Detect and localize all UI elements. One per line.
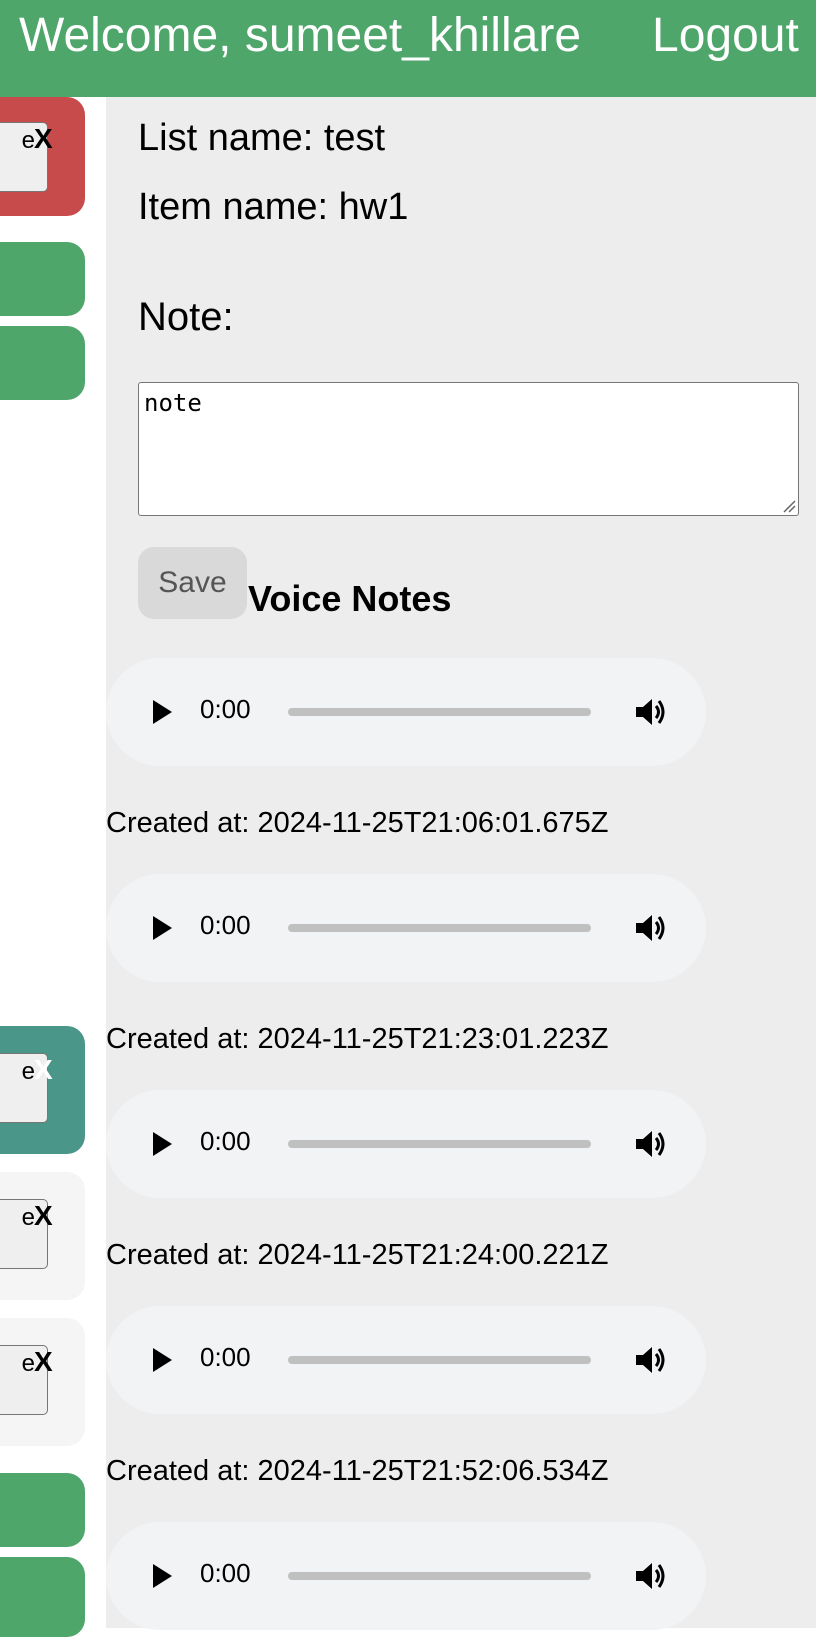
sidebar-card-teal[interactable]: e X bbox=[0, 1026, 85, 1154]
play-icon[interactable] bbox=[150, 914, 174, 942]
play-icon[interactable] bbox=[150, 698, 174, 726]
current-time: 0:00 bbox=[200, 1558, 251, 1588]
sidebar-card-green[interactable] bbox=[0, 1473, 85, 1547]
current-time: 0:00 bbox=[200, 1342, 251, 1372]
list-name: List name: test bbox=[138, 117, 386, 159]
audio-player[interactable]: 0:00 bbox=[106, 658, 706, 766]
close-icon[interactable]: X bbox=[34, 123, 53, 155]
audio-player[interactable]: 0:00 bbox=[106, 1522, 706, 1630]
item-name: Item name: hw1 bbox=[138, 186, 409, 228]
close-icon[interactable]: X bbox=[34, 1054, 53, 1086]
voice-note-created-at: Created at: 2024-11-25T21:06:01.675Z bbox=[106, 807, 609, 839]
volume-icon[interactable] bbox=[634, 1344, 668, 1376]
seek-bar[interactable] bbox=[288, 708, 591, 716]
audio-player[interactable]: 0:00 bbox=[106, 1306, 706, 1414]
current-time: 0:00 bbox=[200, 694, 251, 724]
note-label: Note: bbox=[138, 295, 234, 339]
sidebar-card-light[interactable]: e X bbox=[0, 1318, 85, 1446]
play-icon[interactable] bbox=[150, 1562, 174, 1590]
voice-note-created-at: Created at: 2024-11-25T21:24:00.221Z bbox=[106, 1239, 609, 1271]
lists-sidebar: e X e X e X e X bbox=[0, 97, 106, 1637]
sidebar-card-red[interactable]: e X bbox=[0, 97, 85, 216]
save-button[interactable]: Save bbox=[138, 547, 247, 619]
close-icon[interactable]: X bbox=[34, 1346, 53, 1378]
seek-bar[interactable] bbox=[288, 1140, 591, 1148]
volume-icon[interactable] bbox=[634, 912, 668, 944]
volume-icon[interactable] bbox=[634, 1128, 668, 1160]
seek-bar[interactable] bbox=[288, 924, 591, 932]
voice-note-created-at: Created at: 2024-11-25T21:23:01.223Z bbox=[106, 1023, 609, 1055]
top-bar: Welcome, sumeet_khillare Logout bbox=[0, 0, 816, 97]
voice-notes-title: Voice Notes bbox=[248, 578, 452, 619]
voice-note-created-at: Created at: 2024-11-25T21:52:06.534Z bbox=[106, 1455, 609, 1487]
resize-grip-icon[interactable] bbox=[782, 499, 796, 513]
seek-bar[interactable] bbox=[288, 1572, 591, 1580]
play-icon[interactable] bbox=[150, 1346, 174, 1374]
item-details-panel: List name: test Item name: hw1 Note: not… bbox=[106, 97, 816, 1630]
current-time: 0:00 bbox=[200, 910, 251, 940]
seek-bar[interactable] bbox=[288, 1356, 591, 1364]
welcome-text: Welcome, sumeet_khillare bbox=[19, 9, 582, 62]
note-textarea[interactable]: note bbox=[138, 382, 799, 516]
logout-link[interactable]: Logout bbox=[652, 8, 799, 63]
volume-icon[interactable] bbox=[634, 696, 668, 728]
sidebar-card-green[interactable] bbox=[0, 242, 85, 316]
audio-player[interactable]: 0:00 bbox=[106, 874, 706, 982]
volume-icon[interactable] bbox=[634, 1560, 668, 1592]
current-time: 0:00 bbox=[200, 1126, 251, 1156]
sidebar-card-green[interactable] bbox=[0, 326, 85, 400]
play-icon[interactable] bbox=[150, 1130, 174, 1158]
sidebar-card-light[interactable]: e X bbox=[0, 1172, 85, 1300]
audio-player[interactable]: 0:00 bbox=[106, 1090, 706, 1198]
close-icon[interactable]: X bbox=[34, 1200, 53, 1232]
sidebar-card-green[interactable] bbox=[0, 1557, 85, 1637]
